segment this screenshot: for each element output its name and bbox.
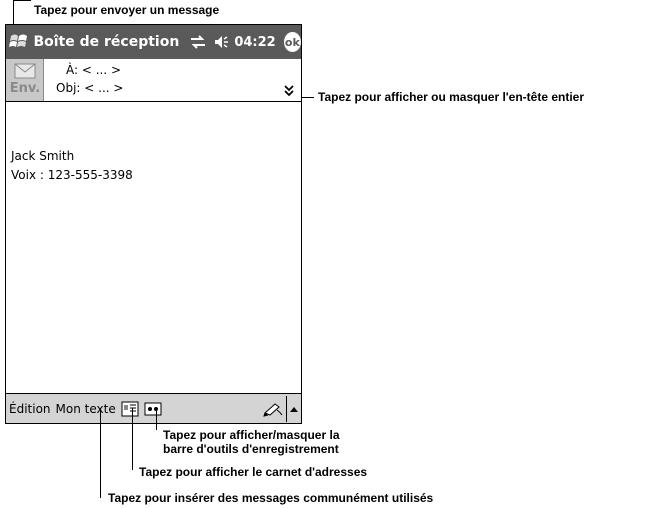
my-text-menu[interactable]: Mon texte: [56, 402, 116, 416]
callout-send-line-h: [13, 0, 31, 1]
callout-recording-line: [156, 408, 157, 430]
callout-address-line: [132, 408, 133, 470]
recording-toolbar-icon[interactable]: [144, 401, 162, 417]
clock[interactable]: 04:22: [234, 35, 275, 50]
address-book-icon[interactable]: [121, 401, 139, 417]
message-body[interactable]: Jack Smith Voix : 123-555-3398: [11, 147, 133, 185]
start-menu-icon[interactable]: [8, 29, 30, 55]
body-line-phone: Voix : 123-555-3398: [11, 168, 133, 182]
message-header: Env. À: < ... > Obj: < ... >: [6, 59, 301, 102]
edit-menu[interactable]: Édition: [9, 402, 51, 416]
callout-recording-1: Tapez pour afficher/masquer la: [163, 428, 340, 442]
subject-field[interactable]: Obj: < ... >: [56, 81, 123, 95]
body-line-name: Jack Smith: [11, 149, 75, 163]
input-panel-arrow-button[interactable]: [286, 395, 301, 422]
callout-mytext-line: [100, 408, 101, 498]
title-bar: Boîte de réception 04:22 ok: [6, 25, 301, 59]
callout-my-text: Tapez pour insérer des messages communém…: [108, 491, 434, 505]
envelope-icon: [14, 63, 36, 79]
ok-button[interactable]: ok: [283, 32, 301, 52]
device-screen: Boîte de réception 04:22 ok Env. À: < ..…: [5, 24, 302, 424]
callout-header-line: [300, 97, 314, 98]
send-label: Env.: [9, 81, 41, 96]
arrow-up-icon: [290, 406, 298, 412]
callout-send: Tapez pour envoyer un message: [34, 3, 220, 17]
input-pen-icon[interactable]: [262, 401, 284, 417]
callout-recording-2: barre d'outils d'enregistrement: [163, 442, 339, 456]
callout-header-toggle: Tapez pour afficher ou masquer l'en-tête…: [318, 90, 585, 104]
send-button[interactable]: Env.: [6, 59, 44, 101]
expand-header-icon[interactable]: [283, 84, 295, 98]
connectivity-icon[interactable]: [189, 33, 207, 51]
bottom-toolbar: Édition Mon texte: [6, 393, 301, 423]
callout-address-book: Tapez pour afficher le carnet d'adresses: [139, 465, 368, 479]
volume-icon[interactable]: [213, 33, 231, 51]
to-field[interactable]: À: < ... >: [66, 63, 121, 77]
window-title[interactable]: Boîte de réception: [33, 34, 179, 50]
